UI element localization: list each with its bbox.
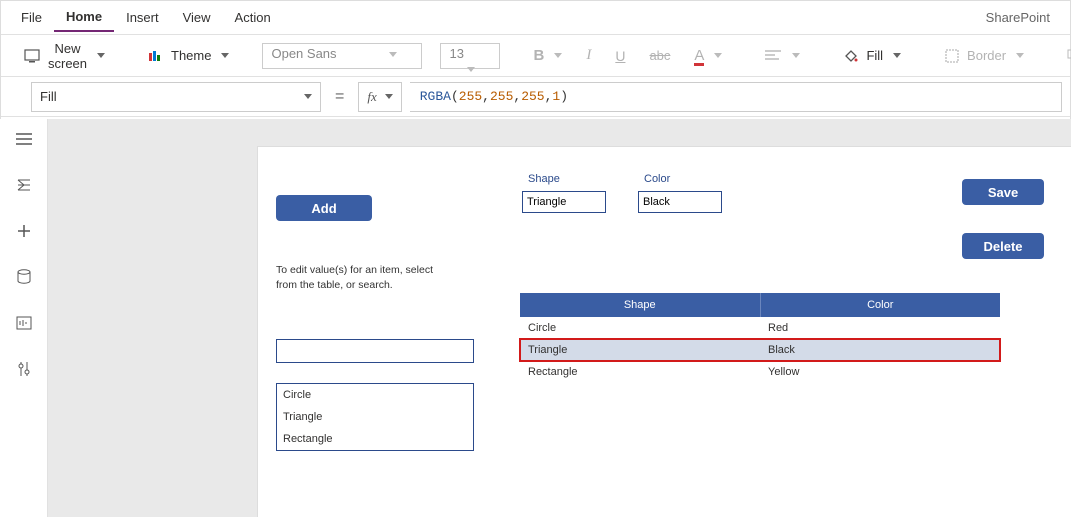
chevron-down-icon — [467, 67, 475, 72]
fill-label: Fill — [866, 48, 883, 63]
cell-shape: Circle — [520, 317, 760, 339]
theme-label: Theme — [171, 48, 211, 63]
fx-button[interactable]: fx — [358, 82, 401, 112]
palette-icon — [147, 49, 165, 63]
italic-button[interactable]: I — [577, 42, 600, 69]
underline-button[interactable]: U — [606, 43, 634, 69]
menu-action[interactable]: Action — [223, 4, 283, 31]
property-select[interactable]: Fill — [31, 82, 321, 112]
cell-color: Red — [760, 317, 1000, 339]
border-button[interactable]: Border — [934, 43, 1033, 68]
data-icon[interactable] — [14, 267, 34, 287]
border-icon — [943, 49, 961, 63]
font-size-select[interactable]: 13 — [440, 43, 500, 69]
table-row[interactable]: Circle Red — [520, 317, 1000, 339]
list-item[interactable]: Triangle — [277, 406, 473, 428]
fill-button[interactable]: Fill — [833, 43, 910, 68]
save-button[interactable]: Save — [962, 179, 1044, 205]
hamburger-icon[interactable] — [14, 129, 34, 149]
formula-arg-2: 255 — [521, 89, 544, 104]
chevron-down-icon — [97, 53, 105, 58]
color-field-label: Color — [644, 173, 670, 185]
bold-button[interactable]: B — [524, 42, 571, 69]
tree-view-icon[interactable] — [14, 175, 34, 195]
new-screen-button[interactable]: New screen — [15, 36, 114, 76]
help-text: To edit value(s) for an item, select fro… — [276, 263, 456, 292]
table-row[interactable]: Rectangle Yellow — [520, 361, 1000, 383]
equals-label: = — [329, 88, 350, 106]
media-icon[interactable] — [14, 313, 34, 333]
cell-color: Black — [760, 339, 1000, 361]
insert-icon[interactable] — [14, 221, 34, 241]
shape-input[interactable] — [522, 191, 606, 213]
ribbon-toolbar: New screen Theme Open Sans 13 B I U abc — [1, 35, 1070, 77]
paint-bucket-icon — [842, 49, 860, 63]
align-icon — [764, 49, 782, 63]
formula-arg-0: 255 — [459, 89, 482, 104]
property-value: Fill — [40, 89, 57, 104]
chevron-down-icon — [304, 94, 312, 99]
brand-label: SharePoint — [974, 10, 1062, 25]
font-size-value: 13 — [449, 46, 463, 61]
chevron-down-icon — [1016, 53, 1024, 58]
search-input[interactable] — [276, 339, 474, 363]
color-input[interactable] — [638, 191, 722, 213]
font-color-button[interactable]: A — [685, 42, 731, 69]
chevron-down-icon — [714, 53, 722, 58]
chevron-down-icon — [221, 53, 229, 58]
formula-input[interactable]: RGBA(255, 255, 255, 1) — [410, 82, 1062, 112]
chevron-down-icon — [893, 53, 901, 58]
strikethrough-button[interactable]: abc — [640, 43, 679, 68]
font-family-select[interactable]: Open Sans — [262, 43, 422, 69]
menu-file[interactable]: File — [9, 4, 54, 31]
tools-icon[interactable] — [14, 359, 34, 379]
theme-button[interactable]: Theme — [138, 43, 238, 68]
cell-shape: Rectangle — [520, 361, 760, 383]
add-button[interactable]: Add — [276, 195, 372, 221]
canvas-area[interactable]: Add Save Delete Shape Color To edit valu… — [48, 119, 1071, 517]
list-item[interactable]: Circle — [277, 384, 473, 406]
col-shape-header[interactable]: Shape — [520, 293, 760, 317]
reorder-button[interactable]: Reorde — [1057, 43, 1071, 68]
left-rail — [0, 119, 48, 517]
chevron-down-icon — [389, 52, 397, 57]
chevron-down-icon — [792, 53, 800, 58]
chevron-down-icon — [554, 53, 562, 58]
border-label: Border — [967, 48, 1006, 63]
list-item[interactable]: Rectangle — [277, 428, 473, 450]
app-canvas[interactable]: Add Save Delete Shape Color To edit valu… — [258, 147, 1071, 517]
data-table[interactable]: Shape Color Circle Red Triangle Black Re… — [520, 293, 1000, 383]
menubar: File Home Insert View Action SharePoint — [1, 1, 1070, 35]
formula-bar: Fill = fx RGBA(255, 255, 255, 1) — [1, 77, 1070, 117]
font-color-icon: A — [694, 47, 704, 64]
menu-home[interactable]: Home — [54, 3, 114, 32]
formula-arg-1: 255 — [490, 89, 513, 104]
formula-fn: RGBA — [420, 89, 451, 104]
align-button[interactable] — [755, 44, 809, 68]
chevron-down-icon — [385, 94, 393, 99]
menu-view[interactable]: View — [171, 4, 223, 31]
workspace: Add Save Delete Shape Color To edit valu… — [0, 119, 1071, 517]
shape-field-label: Shape — [528, 173, 560, 185]
fx-label: fx — [367, 89, 376, 105]
menu-insert[interactable]: Insert — [114, 4, 171, 31]
shapes-listbox[interactable]: Circle Triangle Rectangle — [276, 383, 474, 451]
cell-color: Yellow — [760, 361, 1000, 383]
new-screen-label: New screen — [48, 41, 87, 71]
delete-button[interactable]: Delete — [962, 233, 1044, 259]
col-color-header[interactable]: Color — [760, 293, 1000, 317]
font-family-value: Open Sans — [271, 46, 336, 61]
cell-shape: Triangle — [520, 339, 760, 361]
table-row[interactable]: Triangle Black — [520, 339, 1000, 361]
screen-icon — [24, 49, 42, 63]
formula-arg-3: 1 — [552, 89, 560, 104]
reorder-icon — [1066, 49, 1071, 63]
